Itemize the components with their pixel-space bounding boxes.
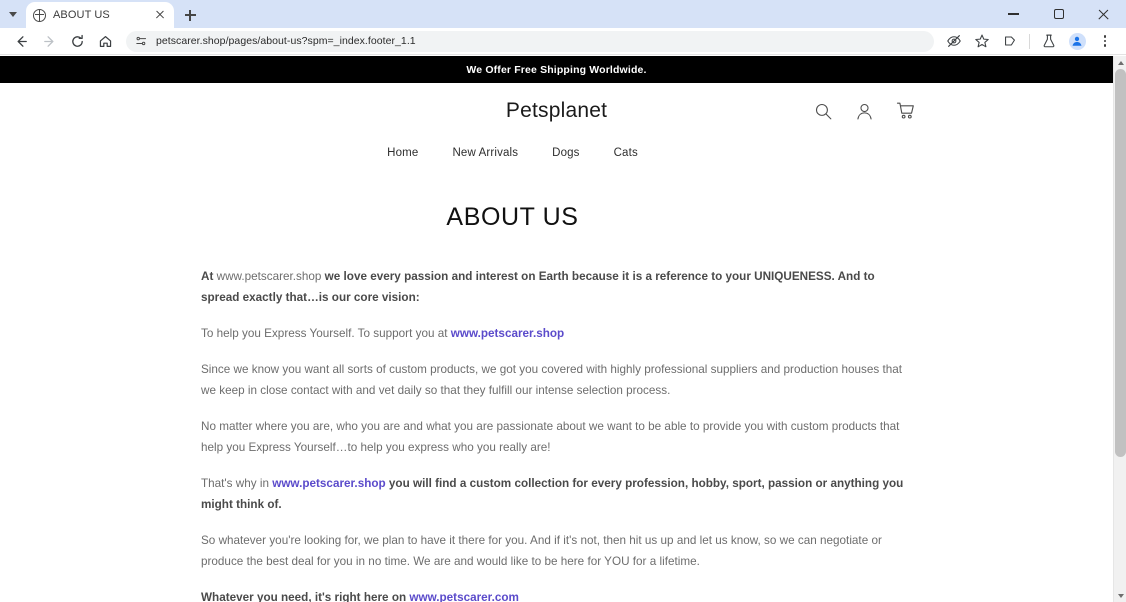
- article-text: Whatever you need, it's right here on: [201, 591, 410, 602]
- article-paragraph: At www.petscarer.shop we love every pass…: [201, 266, 915, 308]
- chrome-menu-button[interactable]: [1092, 29, 1118, 53]
- address-bar[interactable]: petscarer.shop/pages/about-us?spm=_index…: [126, 30, 934, 52]
- nav-item-new-arrivals[interactable]: New Arrivals: [452, 147, 518, 159]
- main-content: ABOUT US At www.petscarer.shop we love e…: [0, 159, 1113, 602]
- scrollbar-thumb[interactable]: [1115, 69, 1126, 457]
- back-button[interactable]: [8, 29, 34, 53]
- page-title: ABOUT US: [446, 203, 579, 231]
- scroll-down-button[interactable]: [1114, 589, 1126, 602]
- home-icon: [99, 35, 111, 47]
- site-settings-icon: [136, 36, 147, 45]
- page-content: We Offer Free Shipping Worldwide. Petspl…: [0, 56, 1113, 602]
- account-icon[interactable]: [855, 102, 874, 121]
- close-window-button[interactable]: [1081, 0, 1126, 28]
- minimize-button[interactable]: [991, 0, 1036, 28]
- nav-item-home[interactable]: Home: [387, 147, 418, 159]
- profile-avatar-icon: [1068, 32, 1086, 50]
- article-text: At: [201, 270, 217, 283]
- close-icon: [1097, 8, 1110, 21]
- nav-item-dogs[interactable]: Dogs: [552, 147, 579, 159]
- about-article: At www.petscarer.shop we love every pass…: [201, 266, 915, 602]
- extensions-button[interactable]: [997, 29, 1023, 53]
- reload-icon: [71, 34, 83, 47]
- page-scrollbar[interactable]: [1113, 56, 1126, 602]
- tab-search-button[interactable]: [0, 0, 26, 28]
- globe-icon: [33, 8, 46, 22]
- close-icon[interactable]: [153, 8, 167, 22]
- cart-icon[interactable]: [896, 101, 916, 121]
- article-text: www.petscarer.shop: [216, 270, 322, 283]
- article-link[interactable]: www.petscarer.shop: [272, 477, 385, 490]
- browser-window: ABOUT US petscarer.shop/pages/about-us?s…: [0, 0, 1126, 602]
- search-icon[interactable]: [814, 102, 833, 121]
- profile-button[interactable]: [1064, 29, 1090, 53]
- toolbar-divider: [1029, 33, 1030, 49]
- chevron-down-icon: [1117, 593, 1124, 598]
- site-logo[interactable]: Petsplanet: [506, 99, 607, 123]
- nav-item-cats[interactable]: Cats: [614, 147, 638, 159]
- article-paragraph: Whatever you need, it's right here on ww…: [201, 587, 915, 602]
- article-text: Since we know you want all sorts of cust…: [201, 363, 903, 397]
- home-button[interactable]: [92, 29, 118, 53]
- minimize-icon: [1008, 13, 1019, 15]
- tracking-protection-button[interactable]: [941, 29, 967, 53]
- announcement-bar: We Offer Free Shipping Worldwide.: [0, 56, 1113, 83]
- article-paragraph: To help you Express Yourself. To support…: [201, 323, 915, 344]
- tab-title: ABOUT US: [53, 9, 110, 21]
- page-viewport: We Offer Free Shipping Worldwide. Petspl…: [0, 56, 1126, 602]
- flask-icon: [1043, 34, 1055, 48]
- forward-arrow-icon: [43, 35, 53, 47]
- new-tab-button[interactable]: [177, 2, 203, 28]
- bookmark-star-icon: [975, 34, 989, 48]
- site-header: Petsplanet: [0, 83, 1113, 139]
- extensions-icon: [1005, 36, 1015, 46]
- window-controls: [991, 0, 1126, 28]
- article-paragraph: Since we know you want all sorts of cust…: [201, 359, 915, 401]
- chrome-menu-icon: [1103, 35, 1107, 47]
- chevron-up-icon: [1117, 60, 1124, 65]
- labs-button[interactable]: [1036, 29, 1062, 53]
- back-arrow-icon: [17, 35, 27, 47]
- scroll-up-button[interactable]: [1114, 56, 1126, 69]
- url-text: petscarer.shop/pages/about-us?spm=_index…: [156, 35, 416, 47]
- site-navigation: Home New Arrivals Dogs Cats: [0, 139, 1069, 159]
- article-paragraph: No matter where you are, who you are and…: [201, 416, 915, 458]
- article-text: No matter where you are, who you are and…: [201, 420, 900, 454]
- maximize-icon: [1053, 9, 1064, 19]
- article-paragraph: So whatever you're looking for, we plan …: [201, 530, 915, 572]
- article-link[interactable]: www.petscarer.shop: [451, 327, 564, 340]
- eye-slash-icon: [947, 35, 961, 47]
- browser-toolbar: petscarer.shop/pages/about-us?spm=_index…: [0, 28, 1126, 55]
- article-text: So whatever you're looking for, we plan …: [201, 534, 882, 568]
- article-paragraph: That's why in www.petscarer.shop you wil…: [201, 473, 915, 515]
- bookmark-button[interactable]: [969, 29, 995, 53]
- maximize-button[interactable]: [1036, 0, 1081, 28]
- browser-tab[interactable]: ABOUT US: [26, 2, 174, 28]
- article-link[interactable]: www.petscarer.com: [409, 591, 519, 602]
- article-text: That's why in: [201, 477, 273, 490]
- forward-button[interactable]: [36, 29, 62, 53]
- tab-strip: ABOUT US: [0, 0, 1126, 28]
- reload-button[interactable]: [64, 29, 90, 53]
- header-icon-group: [814, 101, 916, 121]
- article-text: To help you Express Yourself. To support…: [201, 327, 451, 340]
- chevron-down-icon: [9, 11, 17, 17]
- announcement-text: We Offer Free Shipping Worldwide.: [466, 63, 647, 76]
